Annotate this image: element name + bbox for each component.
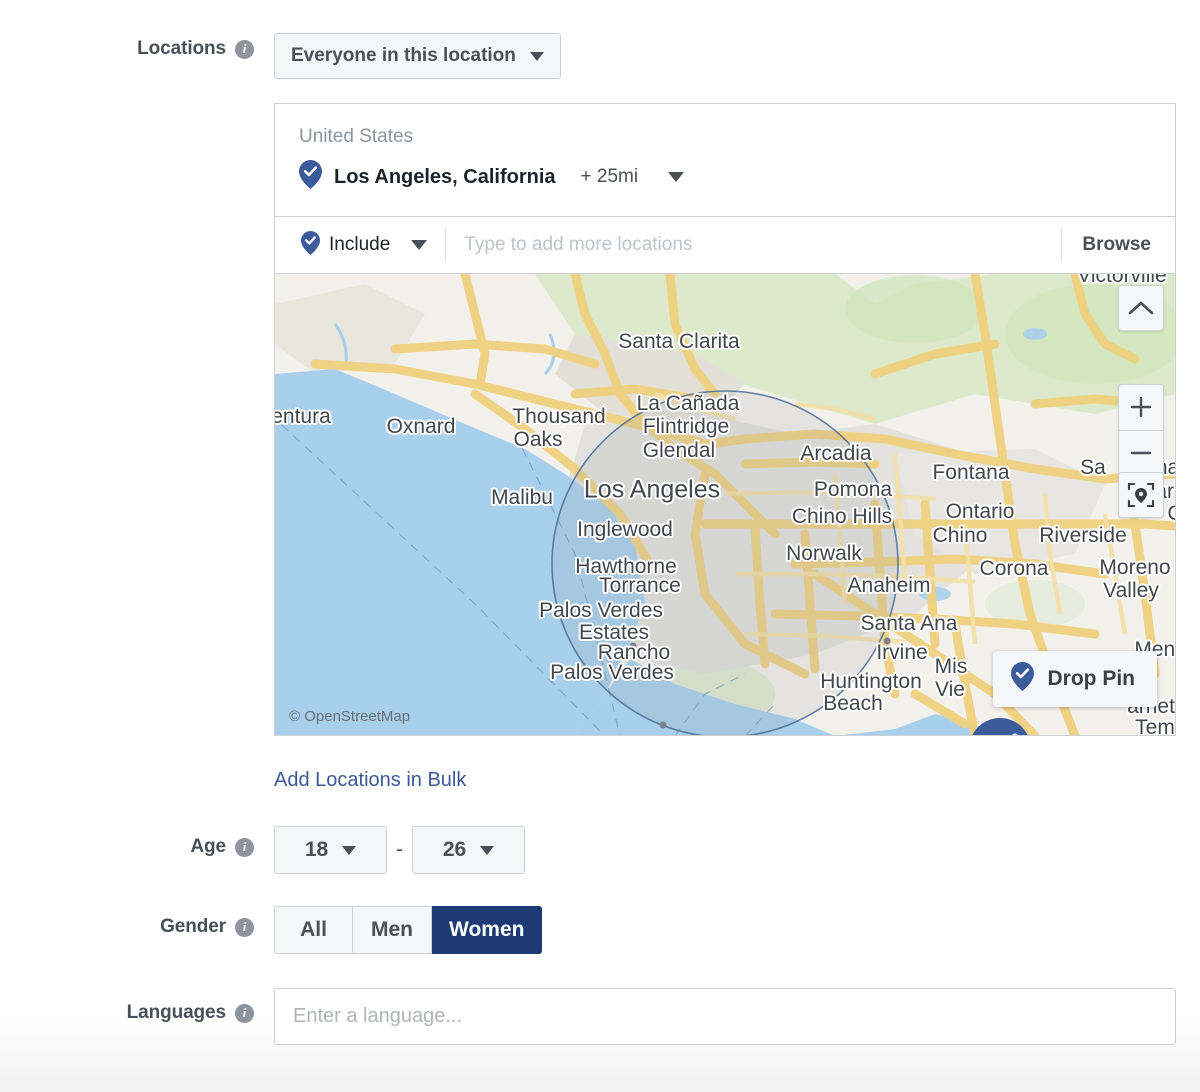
map-dot [630,643,637,650]
chevron-up-icon [1128,300,1154,316]
chevron-down-icon [342,846,356,855]
age-max-value: 26 [443,838,466,862]
locations-label-group: Locations i [0,38,254,60]
languages-label: Languages i [127,1002,254,1024]
drop-pin-button[interactable]: Drop Pin [993,651,1158,707]
location-map[interactable]: © OpenStreetMap [275,273,1175,735]
map-collapse-button[interactable] [1118,285,1164,331]
chevron-down-icon [530,52,544,61]
map-zoom-in-button[interactable] [1119,385,1163,430]
add-locations-bulk-link[interactable]: Add Locations in Bulk [274,769,466,792]
map-dot [884,638,891,645]
location-name: Los Angeles, California [334,166,556,189]
map-zoom-controls [1118,384,1164,476]
chevron-down-icon [480,846,494,855]
add-locations-input[interactable] [446,234,1043,256]
languages-input[interactable] [274,988,1176,1045]
gender-label: Gender i [160,916,254,938]
location-radius: + 25mi [581,166,639,188]
age-min-dropdown[interactable]: 18 [274,826,387,874]
location-country: United States [275,104,1175,154]
location-pin-check-icon [1011,662,1034,696]
location-pin-check-icon [299,160,322,194]
gender-label-text: Gender [160,916,226,938]
browse-button[interactable]: Browse [1062,234,1151,256]
gender-label-group: Gender i [0,916,254,938]
age-separator: - [396,826,403,874]
audience-type-dropdown[interactable]: Everyone in this location [274,33,561,79]
locations-label-text: Locations [137,38,226,60]
locations-panel: United States Los Angeles, California + … [274,103,1176,736]
age-label: Age i [190,836,254,858]
map-dot [660,722,667,729]
info-icon[interactable]: i [235,40,254,59]
drop-pin-label: Drop Pin [1048,667,1136,691]
audience-type-value: Everyone in this location [291,45,516,67]
age-min-value: 18 [305,838,328,862]
info-icon[interactable]: i [235,1004,254,1023]
minus-icon [1130,442,1152,464]
age-label-group: Age i [0,836,254,858]
locate-pin-icon [1127,481,1155,509]
locations-label: Locations i [137,38,254,60]
age-max-dropdown[interactable]: 26 [412,826,525,874]
include-chevron-down-icon [411,240,427,250]
plus-icon [1130,396,1152,418]
targeting-form: Locations i Everyone in this location Un… [0,0,1200,1092]
languages-label-group: Languages i [0,1002,254,1024]
include-row: Include Browse [275,216,1175,273]
location-pin-check-icon [301,231,320,260]
map-locate-button[interactable] [1118,472,1164,518]
age-label-text: Age [190,836,226,858]
info-icon[interactable]: i [235,918,254,937]
location-entry-row[interactable]: Los Angeles, California + 25mi [275,154,1175,216]
map-attribution: © OpenStreetMap [289,708,410,725]
age-range-group: 18 - 26 [274,826,525,874]
include-type-dropdown[interactable]: Include [301,231,427,260]
include-label: Include [329,234,390,256]
languages-label-text: Languages [127,1002,226,1024]
radius-chevron-down-icon[interactable] [668,172,684,182]
gender-segmented-control: All Men Women [274,906,542,954]
map-zoom-out-button[interactable] [1119,430,1163,476]
info-icon[interactable]: i [235,838,254,857]
gender-option-women[interactable]: Women [432,906,542,954]
gender-option-men[interactable]: Men [353,906,432,954]
gender-option-all[interactable]: All [274,906,353,954]
